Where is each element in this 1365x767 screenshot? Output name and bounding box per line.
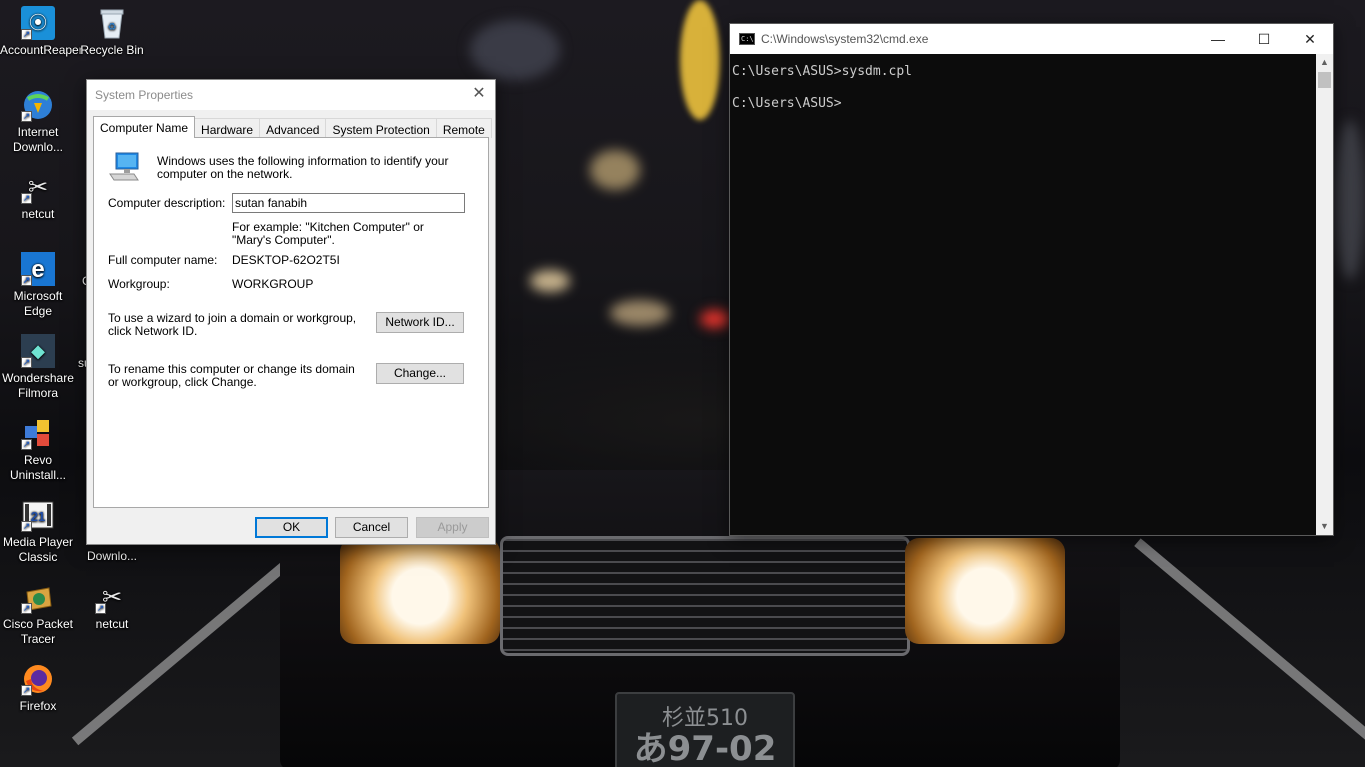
- cmd-title: C:\Windows\system32\cmd.exe: [761, 32, 929, 46]
- console-output[interactable]: C:\Users\ASUS>sysdm.cpl C:\Users\ASUS>: [732, 64, 912, 112]
- computer-icon: [109, 152, 139, 181]
- scrollbar-thumb[interactable]: [1318, 72, 1331, 88]
- desktop-icon-internet-download-manager[interactable]: ↗ Internet Downlo...: [0, 88, 76, 155]
- media-player-classic-icon: 21 ↗: [21, 498, 55, 532]
- road-marking: [71, 544, 309, 746]
- desktop-icon-netcut-2[interactable]: ✂ ↗ netcut: [74, 580, 150, 632]
- computer-description-input[interactable]: [232, 193, 465, 213]
- cmd-title-bar[interactable]: C:\ C:\Windows\system32\cmd.exe — ☐ ✕: [730, 24, 1333, 54]
- car-headlight-left: [340, 538, 500, 644]
- bokeh-light: [530, 270, 570, 292]
- desktop-icon-label: netcut: [21, 207, 55, 221]
- network-id-text: To use a wizard to join a domain or work…: [108, 311, 357, 338]
- close-icon[interactable]: ✕: [471, 86, 487, 102]
- car-grille: [500, 536, 910, 656]
- desktop-icon-netcut[interactable]: ✂ ↗ netcut: [0, 170, 76, 222]
- change-button[interactable]: Change...: [376, 363, 464, 384]
- desktop-icon-recycle-bin[interactable]: ♻ Recycle Bin: [74, 6, 150, 58]
- netcut-icon: ✂ ↗: [95, 583, 123, 614]
- apply-button[interactable]: Apply: [416, 517, 489, 538]
- cisco-packet-tracer-icon: ↗: [21, 580, 55, 614]
- cmd-app-icon: C:\: [739, 33, 755, 45]
- desktop-icon-firefox[interactable]: ↗ Firefox: [0, 662, 76, 714]
- bokeh-light: [700, 310, 730, 328]
- plate-line-1: 杉並510: [662, 706, 748, 731]
- bokeh-light: [1335, 120, 1365, 280]
- filmora-icon: ◆ ↗: [21, 334, 55, 368]
- desktop-icon-label: Wondershare Filmora: [2, 371, 74, 400]
- scroll-down-icon[interactable]: ▼: [1316, 518, 1333, 535]
- svg-text:♻: ♻: [108, 22, 117, 33]
- desktop-icon-label: Revo Uninstall...: [9, 453, 67, 482]
- dialog-title: System Properties: [95, 88, 194, 102]
- netcut-icon: ✂ ↗: [21, 173, 49, 204]
- road-marking: [1134, 538, 1365, 752]
- desktop-icon-cisco-packet-tracer[interactable]: ↗ Cisco Packet Tracer: [0, 580, 76, 647]
- full-computer-name-value: DESKTOP-62O2T5I: [232, 253, 340, 267]
- desktop-icon-label: Media Player Classic: [2, 535, 74, 564]
- bokeh-light: [590, 150, 640, 190]
- intro-text: Windows uses the following information t…: [157, 154, 449, 181]
- ok-button[interactable]: OK: [255, 517, 328, 538]
- revo-uninstaller-icon: ↗: [21, 416, 55, 450]
- desktop-icon-label: Internet Downlo...: [12, 125, 64, 154]
- firefox-icon: ↗: [21, 662, 55, 696]
- svg-text:21: 21: [31, 509, 45, 524]
- desktop-icon-media-player-classic[interactable]: 21 ↗ Media Player Classic: [0, 498, 76, 565]
- system-properties-dialog: System Properties ✕ Computer Name Hardwa…: [86, 79, 496, 545]
- recycle-bin-icon: ♻: [95, 6, 129, 40]
- accountreaper-icon: ⦿ ↗: [21, 6, 55, 40]
- scroll-up-icon[interactable]: ▲: [1316, 54, 1333, 71]
- computer-description-label: Computer description:: [108, 196, 226, 210]
- desktop-icon-label: Downlo...: [86, 549, 138, 563]
- vertical-scrollbar[interactable]: ▲ ▼: [1316, 54, 1333, 535]
- desktop-icon-accountreaper[interactable]: ⦿ ↗ AccountReaper: [0, 6, 83, 58]
- edge-icon: e ↗: [21, 252, 55, 286]
- maximize-icon[interactable]: ☐: [1241, 24, 1287, 54]
- desktop-icon-label: Cisco Packet Tracer: [2, 617, 74, 646]
- desktop-icon-label: Recycle Bin: [80, 43, 144, 57]
- desktop-icon-revo-uninstaller[interactable]: ↗ Revo Uninstall...: [0, 416, 76, 483]
- plate-line-2: あ97-02: [633, 729, 777, 767]
- full-computer-name-label: Full computer name:: [108, 253, 218, 267]
- bokeh-light: [470, 20, 560, 80]
- network-id-button[interactable]: Network ID...: [376, 312, 464, 333]
- desktop-icon-label: netcut: [95, 617, 129, 631]
- workgroup-value: WORKGROUP: [232, 277, 314, 291]
- example-text: For example: "Kitchen Computer" or "Mary…: [232, 220, 424, 247]
- tab-hardware[interactable]: Hardware: [194, 118, 261, 138]
- cmd-window: C:\ C:\Windows\system32\cmd.exe — ☐ ✕ C:…: [729, 23, 1334, 536]
- console-line: C:\Users\ASUS>sysdm.cpl: [732, 64, 913, 79]
- computer-name-panel: Windows uses the following information t…: [93, 137, 489, 508]
- desktop-icon-label: Microsoft Edge: [13, 289, 63, 318]
- internet-download-manager-icon: ↗: [21, 88, 55, 122]
- tab-advanced[interactable]: Advanced: [259, 118, 327, 138]
- minimize-icon[interactable]: —: [1195, 24, 1241, 54]
- tab-computer-name[interactable]: Computer Name: [93, 116, 196, 138]
- dialog-title-bar[interactable]: System Properties ✕: [87, 80, 495, 110]
- desktop-icon-label: AccountReaper: [0, 43, 83, 57]
- cancel-button[interactable]: Cancel: [335, 517, 408, 538]
- tab-system-protection[interactable]: System Protection: [325, 118, 437, 138]
- close-icon[interactable]: ✕: [1287, 24, 1333, 54]
- car-headlight-right: [905, 538, 1065, 644]
- bokeh-light: [680, 0, 720, 120]
- change-text: To rename this computer or change its do…: [108, 362, 355, 389]
- console-line: C:\Users\ASUS>: [732, 96, 842, 111]
- license-plate: 杉並510 あ97-02: [615, 692, 795, 767]
- workgroup-label: Workgroup:: [108, 277, 170, 291]
- tab-bar: Computer Name Hardware Advanced System P…: [93, 116, 492, 138]
- desktop-icon-label: Firefox: [19, 699, 57, 713]
- tab-remote[interactable]: Remote: [435, 118, 492, 138]
- bokeh-light: [610, 300, 670, 326]
